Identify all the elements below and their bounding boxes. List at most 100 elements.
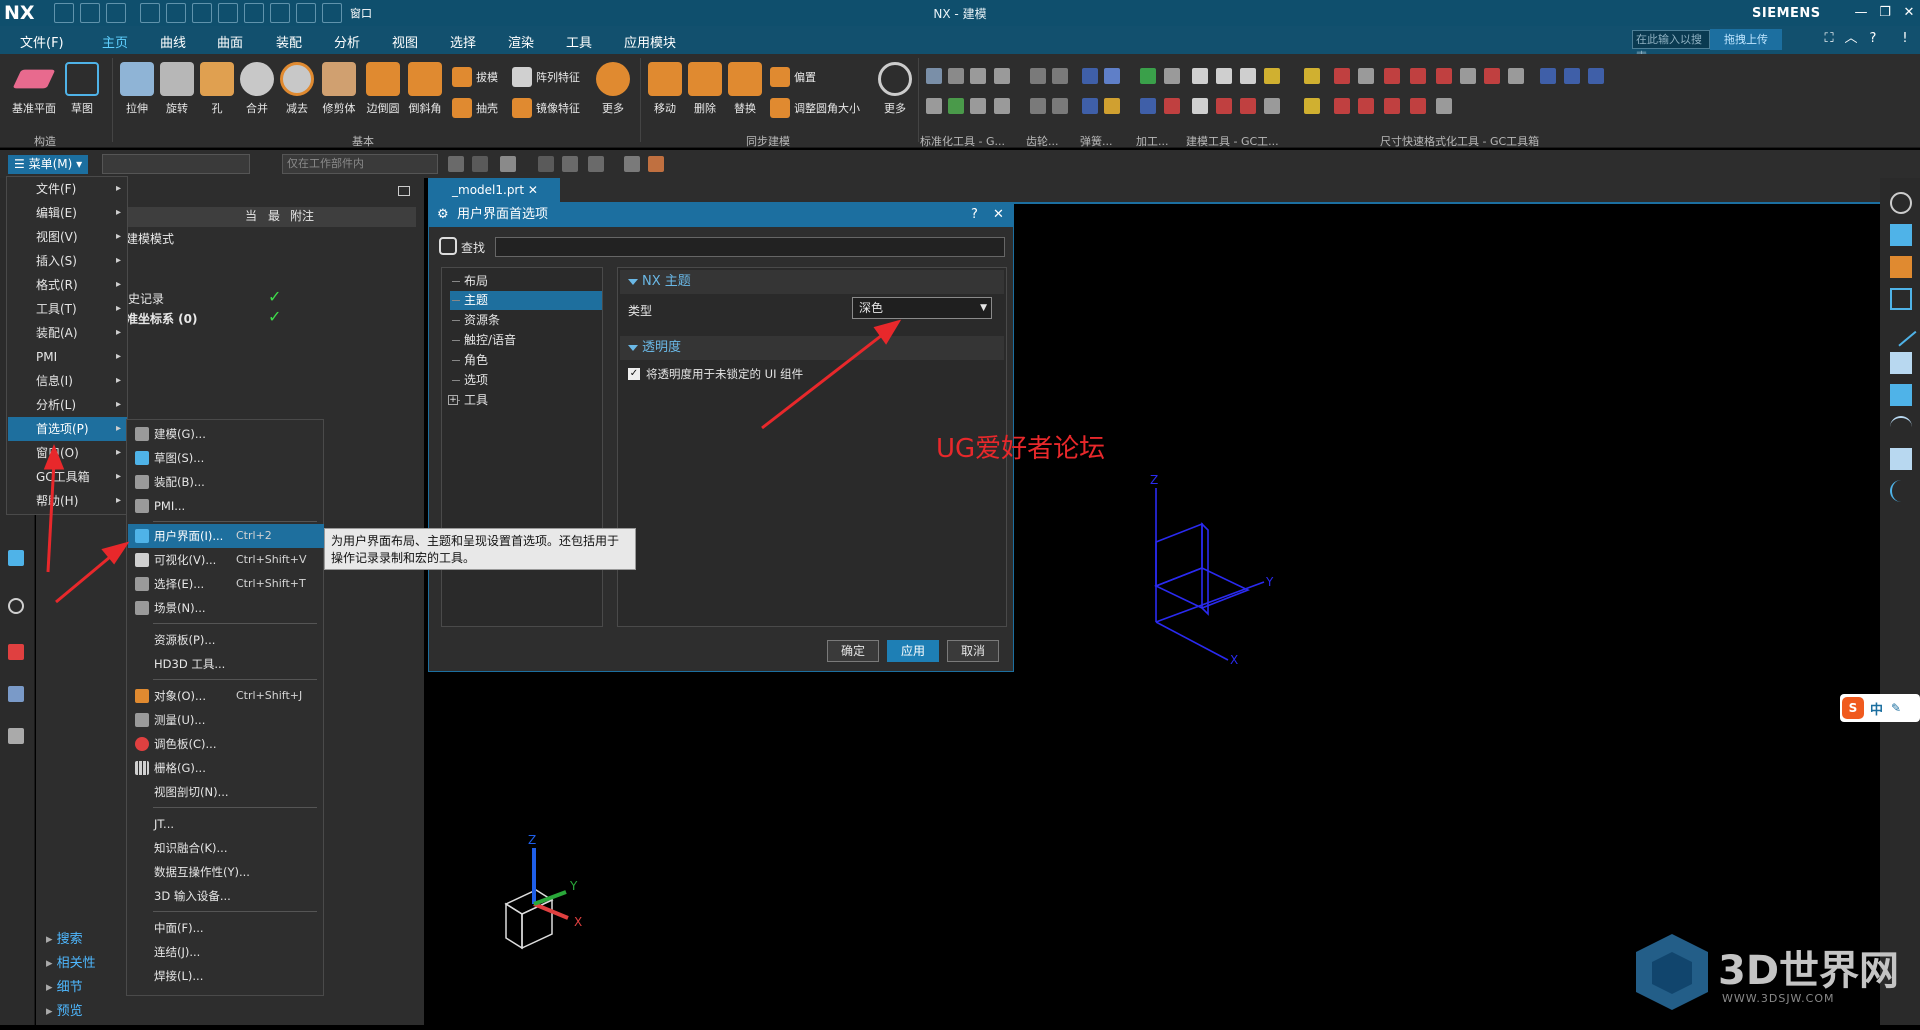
tool-icon[interactable] bbox=[1104, 68, 1120, 84]
submenu-scene[interactable]: 场景(N)... bbox=[128, 596, 324, 620]
more-sync-button[interactable]: 更多 bbox=[878, 62, 912, 116]
pattern-feature-button[interactable]: 阵列特征 bbox=[512, 67, 580, 87]
submenu-data-interop[interactable]: 数据互操作性(Y)... bbox=[128, 860, 324, 884]
submenu-measure[interactable]: 测量(U)... bbox=[128, 708, 324, 732]
tab-curve[interactable]: 曲线 bbox=[160, 32, 186, 51]
submenu-knowledge-fusion[interactable]: 知识融合(K)... bbox=[128, 836, 324, 860]
type-filter-combo[interactable] bbox=[102, 154, 250, 174]
tool-icon[interactable] bbox=[1358, 98, 1374, 114]
menu-item-view[interactable]: 视图(V) bbox=[8, 225, 127, 249]
nav-row-modeling-mode[interactable]: 建模模式 bbox=[126, 230, 174, 247]
group-nx-theme[interactable]: NX 主题 bbox=[620, 270, 1004, 294]
cancel-button[interactable]: 取消 bbox=[947, 640, 999, 662]
hole-button[interactable]: 孔 bbox=[198, 62, 236, 116]
offset-region-button[interactable]: 偏置 bbox=[770, 67, 816, 87]
part-icon[interactable] bbox=[648, 156, 664, 172]
submenu-hd3d-tools[interactable]: HD3D 工具... bbox=[128, 652, 324, 676]
help-icon[interactable]: ? bbox=[1864, 30, 1882, 48]
submenu-visualization[interactable]: 可视化(V)... Ctrl+Shift+V bbox=[128, 548, 324, 572]
tool-icon[interactable] bbox=[970, 98, 986, 114]
tool-icon[interactable] bbox=[1334, 68, 1350, 84]
pan-icon[interactable] bbox=[1890, 224, 1912, 246]
collapse-ribbon-icon[interactable]: ︿ bbox=[1842, 30, 1860, 48]
tool-icon[interactable] bbox=[1264, 68, 1280, 84]
cut-icon[interactable] bbox=[140, 3, 160, 23]
undo-icon[interactable] bbox=[80, 3, 100, 23]
tree-item-resource-bar[interactable]: 资源条 bbox=[450, 311, 602, 330]
tool-icon[interactable] bbox=[1460, 68, 1476, 84]
tool-icon[interactable] bbox=[1410, 68, 1426, 84]
tool-icon[interactable] bbox=[1216, 98, 1232, 114]
tool-icon[interactable] bbox=[1164, 68, 1180, 84]
menu-item-help[interactable]: 帮助(H) bbox=[8, 489, 127, 513]
panel-details[interactable]: 细节 bbox=[46, 976, 83, 995]
edge-blend-button[interactable]: 边倒圆 bbox=[362, 62, 404, 116]
upload-button[interactable]: 拖拽上传 bbox=[1710, 29, 1782, 50]
tool-icon[interactable] bbox=[1082, 68, 1098, 84]
tool-icon[interactable] bbox=[1384, 98, 1400, 114]
menu-item-gc-toolkit[interactable]: GC工具箱 bbox=[8, 465, 127, 489]
submenu-resource-bar[interactable]: 资源板(P)... bbox=[128, 628, 324, 652]
menu-item-assembly[interactable]: 装配(A) bbox=[8, 321, 127, 345]
tool-icon[interactable] bbox=[994, 98, 1010, 114]
cube-view-icon[interactable] bbox=[1890, 448, 1912, 470]
tool-icon[interactable] bbox=[1334, 98, 1350, 114]
tool-icon[interactable] bbox=[1588, 68, 1604, 84]
nav-row-datum-csys[interactable]: 准坐标系 (0) bbox=[126, 310, 198, 327]
submenu-assembly[interactable]: 装配(B)... bbox=[128, 470, 324, 494]
reuse-library-icon[interactable] bbox=[8, 686, 24, 702]
panel-dependencies[interactable]: 相关性 bbox=[46, 952, 96, 971]
column-notes[interactable]: 附注 bbox=[286, 207, 386, 227]
tool-icon[interactable] bbox=[948, 68, 964, 84]
tool-icon[interactable] bbox=[1304, 98, 1320, 114]
paint-icon[interactable] bbox=[1890, 256, 1912, 278]
mirror-feature-button[interactable]: 镜像特征 bbox=[512, 98, 580, 118]
tab-file[interactable]: 文件(F) bbox=[20, 32, 64, 51]
submenu-object[interactable]: 对象(O)... Ctrl+Shift+J bbox=[128, 684, 324, 708]
tab-assembly[interactable]: 装配 bbox=[276, 32, 302, 51]
apply-button[interactable]: 应用 bbox=[887, 640, 939, 662]
tab-view[interactable]: 视图 bbox=[392, 32, 418, 51]
fit-icon[interactable] bbox=[1890, 288, 1912, 310]
paste-icon[interactable] bbox=[192, 3, 212, 23]
tool-icon[interactable] bbox=[1104, 98, 1120, 114]
menu-item-information[interactable]: 信息(I) bbox=[8, 369, 127, 393]
switch-window-icon[interactable] bbox=[296, 3, 316, 23]
panel-preview[interactable]: 预览 bbox=[46, 1000, 83, 1019]
dialog-close-icon[interactable]: ✕ bbox=[993, 203, 1004, 227]
tree-item-touch-voice[interactable]: 触控/语音 bbox=[450, 331, 602, 350]
tool-icon[interactable] bbox=[1140, 68, 1156, 84]
submenu-view-section[interactable]: 视图剖切(N)... bbox=[128, 780, 324, 804]
tree-item-roles[interactable]: 角色 bbox=[450, 351, 602, 370]
minimize-icon[interactable]: — bbox=[1852, 4, 1870, 22]
wcs-icon[interactable] bbox=[588, 156, 604, 172]
tool-icon[interactable] bbox=[1358, 68, 1374, 84]
tool-icon[interactable] bbox=[1436, 68, 1452, 84]
save-icon[interactable] bbox=[54, 3, 74, 23]
menu-item-analysis[interactable]: 分析(L) bbox=[8, 393, 127, 417]
selection-scope-combo[interactable]: 仅在工作部件内 bbox=[282, 154, 438, 174]
submenu-jt[interactable]: JT... bbox=[128, 812, 324, 836]
surface-icon[interactable] bbox=[1890, 352, 1912, 374]
view-icon[interactable] bbox=[562, 156, 578, 172]
palette-icon[interactable] bbox=[8, 644, 24, 660]
tool-icon[interactable] bbox=[1052, 68, 1068, 84]
tab-analysis[interactable]: 分析 bbox=[334, 32, 360, 51]
tab-render[interactable]: 渲染 bbox=[508, 32, 534, 51]
revolve-button[interactable]: 旋转 bbox=[158, 62, 196, 116]
line-icon[interactable] bbox=[1885, 315, 1917, 347]
ime-indicator[interactable]: S 中 ✎ bbox=[1840, 694, 1920, 722]
subtract-button[interactable]: 减去 bbox=[278, 62, 316, 116]
menu-item-edit[interactable]: 编辑(E) bbox=[8, 201, 127, 225]
tool-icon[interactable] bbox=[1192, 98, 1208, 114]
datum-plane-button[interactable]: 基准平面 bbox=[8, 62, 60, 116]
ok-button[interactable]: 确定 bbox=[827, 640, 879, 662]
spline-icon[interactable] bbox=[1890, 480, 1912, 502]
maximize-panel-icon[interactable] bbox=[398, 186, 410, 196]
submenu-grid[interactable]: 栅格(G)... bbox=[128, 756, 324, 780]
history-icon[interactable] bbox=[8, 598, 24, 614]
tool-icon[interactable] bbox=[1240, 98, 1256, 114]
tool-icon[interactable] bbox=[1164, 98, 1180, 114]
select-icon[interactable] bbox=[500, 156, 516, 172]
menu-item-file[interactable]: 文件(F) bbox=[8, 177, 127, 201]
